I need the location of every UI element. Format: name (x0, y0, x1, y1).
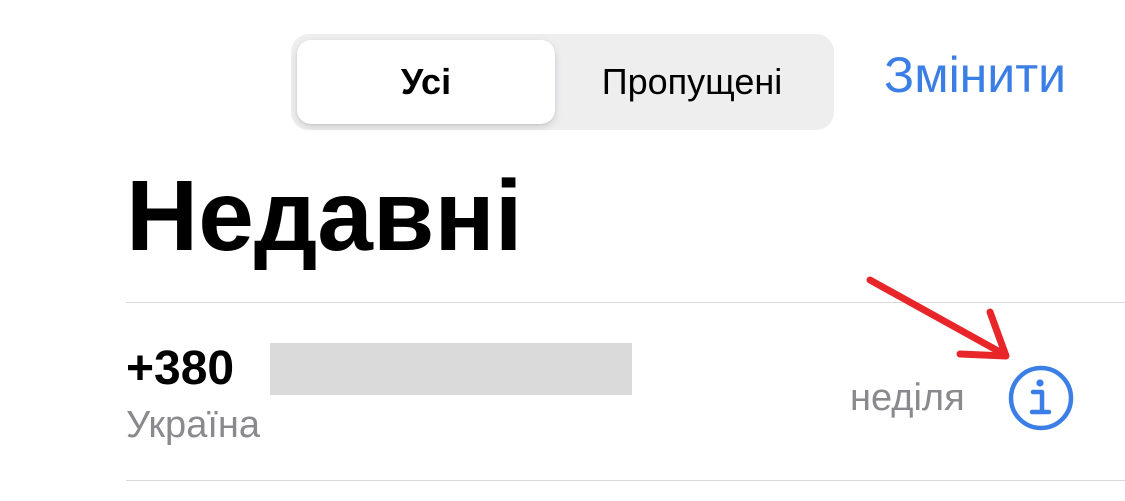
edit-button[interactable]: Змінити (884, 50, 1066, 100)
recents-screen: Усі Пропущені Змінити Недавні +380 Украї… (0, 0, 1125, 501)
redacted-number-block (270, 343, 632, 395)
page-title: Недавні (126, 160, 523, 272)
call-day: неділя (850, 377, 965, 419)
info-icon (1008, 365, 1074, 431)
info-button[interactable] (1008, 365, 1074, 431)
call-number: +380 (126, 342, 235, 395)
segment-missed[interactable]: Пропущені (557, 40, 827, 124)
segment-all-label: Усі (400, 61, 452, 102)
segmented-control: Усі Пропущені (291, 34, 834, 130)
segment-missed-label: Пропущені (601, 61, 783, 102)
segment-all[interactable]: Усі (297, 40, 555, 124)
divider (126, 480, 1125, 481)
annotation-arrow (866, 276, 1010, 360)
call-location: Україна (126, 404, 261, 446)
